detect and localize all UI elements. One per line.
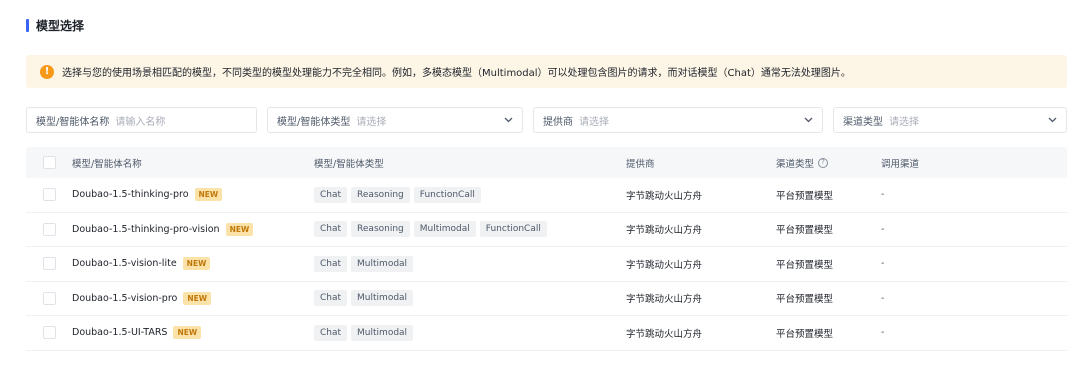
model-name: Doubao-1.5-thinking-pro-vision (72, 223, 220, 235)
provider-filter-select[interactable]: 提供商 请选择 (533, 107, 823, 133)
call-channel-cell: - (881, 223, 885, 235)
header-type: 模型/智能体类型 (314, 158, 384, 170)
model-name-cell: Doubao-1.5-vision-lite NEW (72, 257, 211, 271)
header-provider: 提供商 (626, 158, 655, 170)
row-checkbox[interactable] (43, 326, 56, 340)
table-row[interactable]: Doubao-1.5-thinking-pro-vision NEW Chat Rea… (26, 213, 1067, 247)
provider-filter-label: 提供商 (543, 116, 573, 128)
provider-cell: 字节跳动火山方舟 (626, 328, 703, 340)
type-tag: Chat (314, 221, 348, 238)
table-row[interactable]: Doubao-1.5-vision-lite NEW Chat Multimodal 字… (26, 247, 1067, 282)
model-name-cell: Doubao-1.5-thinking-pro NEW (72, 188, 223, 202)
section-title: 模型选择 (26, 17, 84, 33)
model-table: 模型/智能体名称 模型/智能体类型 提供商 渠道类型 ? 调用渠道 Doubao… (26, 147, 1067, 351)
chevron-down-icon[interactable] (1047, 115, 1057, 125)
channel-cell: 平台预置模型 (776, 259, 834, 271)
name-filter-input[interactable]: 模型/智能体名称 请输入名称 (26, 107, 257, 133)
table-row[interactable]: Doubao-1.5-vision-pro NEW Chat Multimodal 字节… (26, 282, 1067, 316)
type-tag: Reasoning (351, 186, 410, 203)
call-channel-cell: - (881, 189, 885, 201)
model-name: Doubao-1.5-vision-lite (72, 258, 177, 270)
chevron-down-icon[interactable] (803, 115, 813, 125)
type-tag: FunctionCall (479, 221, 547, 238)
provider-filter-placeholder: 请选择 (579, 116, 609, 128)
table-row[interactable]: Doubao-1.5-UI-TARS NEW Chat Multimodal 字节跳动火… (26, 316, 1067, 351)
row-checkbox[interactable] (43, 188, 56, 202)
header-channel: 渠道类型 ? (776, 156, 829, 170)
type-tag: Chat (314, 324, 348, 341)
type-filter-label: 模型/智能体类型 (277, 116, 351, 128)
notice-text: 选择与您的使用场景相匹配的模型，不同类型的模型处理能力不完全相同。例如，多模态模… (62, 68, 851, 79)
table-header: 模型/智能体名称 模型/智能体类型 提供商 渠道类型 ? 调用渠道 (26, 147, 1067, 178)
type-tag: Multimodal (351, 290, 414, 307)
row-checkbox[interactable] (43, 222, 56, 236)
model-name-cell: Doubao-1.5-thinking-pro-vision NEW (72, 222, 254, 236)
provider-cell: 字节跳动火山方舟 (626, 259, 703, 271)
provider-cell: 字节跳动火山方舟 (626, 294, 703, 306)
call-channel-cell: - (881, 258, 885, 270)
type-filter-placeholder: 请选择 (356, 116, 387, 128)
model-type-cell: Chat Reasoning FunctionCall (314, 186, 481, 203)
channel-filter-placeholder: 请选择 (889, 116, 919, 128)
title-accent-bar (26, 18, 29, 32)
call-channel-cell: - (881, 327, 885, 339)
name-filter-label: 模型/智能体名称 (36, 116, 110, 128)
warning-icon: ! (40, 64, 54, 79)
model-name: Doubao-1.5-vision-pro (72, 292, 178, 304)
model-type-cell: Chat Multimodal (314, 290, 414, 307)
channel-cell: 平台预置模型 (776, 328, 834, 340)
type-tag: FunctionCall (413, 186, 481, 203)
row-checkbox[interactable] (43, 257, 56, 271)
select-all-checkbox[interactable] (43, 156, 56, 169)
new-badge: NEW (194, 188, 223, 202)
header-name: 模型/智能体名称 (72, 158, 142, 170)
channel-filter-label: 渠道类型 (843, 116, 883, 128)
header-call: 调用渠道 (881, 158, 920, 170)
help-circle-icon[interactable]: ? (818, 157, 829, 168)
new-badge: NEW (183, 291, 212, 305)
provider-cell: 字节跳动火山方舟 (626, 190, 703, 202)
type-tag: Multimodal (351, 324, 414, 341)
table-body: Doubao-1.5-thinking-pro NEW Chat Reasoning F… (26, 178, 1067, 351)
new-badge: NEW (225, 222, 254, 236)
table-row[interactable]: Doubao-1.5-thinking-pro NEW Chat Reasoning F… (26, 178, 1067, 213)
model-type-cell: Chat Multimodal (314, 255, 414, 272)
call-channel-cell: - (881, 292, 885, 304)
channel-cell: 平台预置模型 (776, 190, 834, 202)
name-filter-placeholder[interactable]: 请输入名称 (115, 113, 247, 128)
type-tag: Chat (314, 255, 348, 272)
new-badge: NEW (173, 326, 202, 340)
row-checkbox[interactable] (43, 291, 56, 305)
new-badge: NEW (182, 257, 211, 271)
type-tag: Multimodal (351, 255, 414, 272)
type-tag: Multimodal (413, 221, 476, 238)
model-name-cell: Doubao-1.5-vision-pro NEW (72, 291, 212, 305)
provider-cell: 字节跳动火山方舟 (626, 225, 703, 237)
header-channel-label: 渠道类型 (776, 158, 815, 170)
model-name: Doubao-1.5-thinking-pro (72, 189, 189, 201)
channel-filter-select[interactable]: 渠道类型 请选择 (833, 107, 1067, 133)
section-title-text: 模型选择 (36, 18, 85, 33)
type-tag: Reasoning (351, 221, 410, 238)
type-tag: Chat (314, 290, 348, 307)
model-name: Doubao-1.5-UI-TARS (72, 327, 168, 339)
notice-banner: ! 选择与您的使用场景相匹配的模型，不同类型的模型处理能力不完全相同。例如，多模… (26, 55, 1067, 88)
model-name-cell: Doubao-1.5-UI-TARS NEW (72, 326, 202, 340)
channel-cell: 平台预置模型 (776, 294, 834, 306)
type-tag: Chat (314, 186, 348, 203)
type-filter-select[interactable]: 模型/智能体类型 请选择 (267, 107, 523, 133)
model-type-cell: Chat Multimodal (314, 324, 414, 341)
channel-cell: 平台预置模型 (776, 225, 834, 237)
model-type-cell: Chat Reasoning Multimodal FunctionCall (314, 221, 547, 238)
chevron-down-icon[interactable] (503, 115, 513, 125)
